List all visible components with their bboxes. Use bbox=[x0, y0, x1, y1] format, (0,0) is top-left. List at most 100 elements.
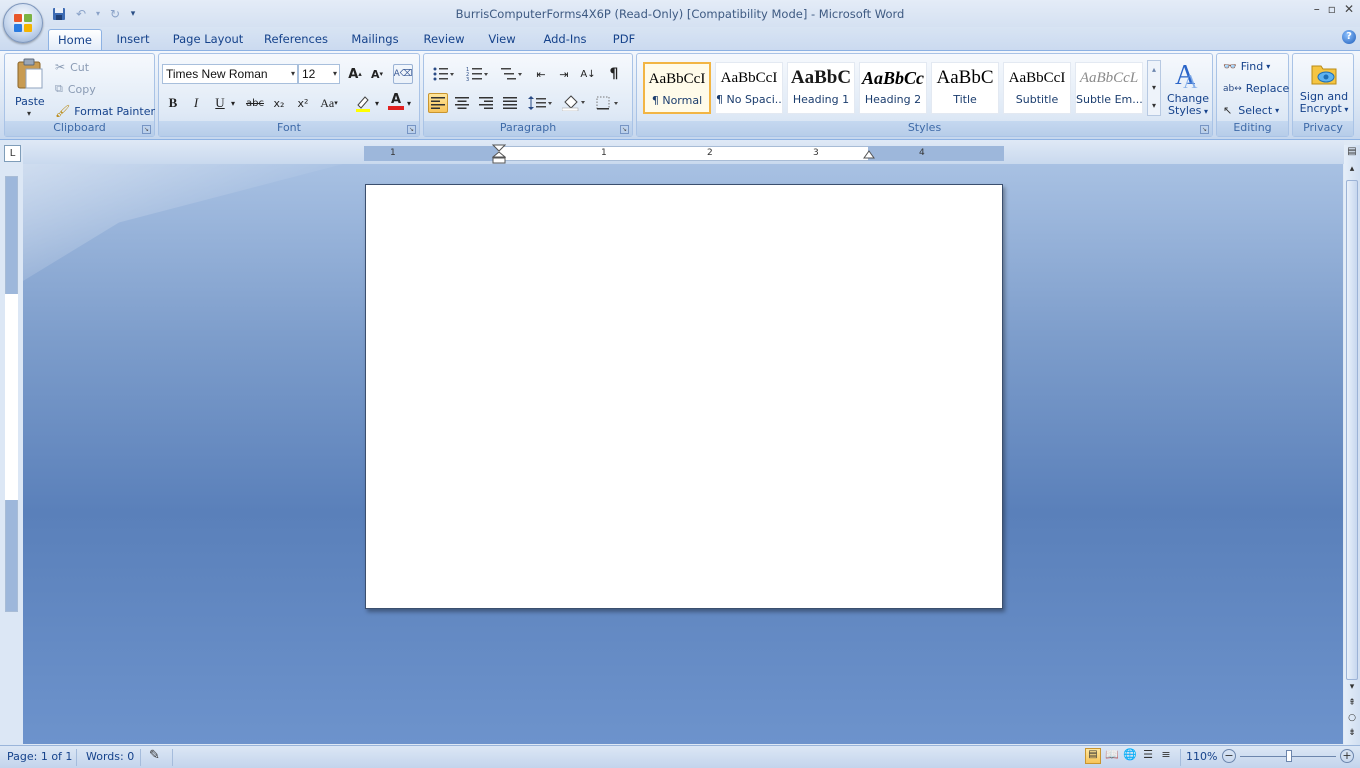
change-styles-label-2: Styles ▾ bbox=[1168, 104, 1208, 117]
styles-launcher-icon[interactable]: ↘ bbox=[1200, 125, 1209, 134]
multilevel-list-button[interactable] bbox=[496, 64, 526, 84]
draft-icon[interactable]: ≡ bbox=[1158, 748, 1174, 761]
justify-button[interactable] bbox=[500, 93, 520, 113]
shrink-font-button[interactable]: A ▾ bbox=[367, 64, 387, 84]
document-page[interactable] bbox=[365, 184, 1003, 609]
bullets-button[interactable] bbox=[428, 64, 458, 84]
status-divider bbox=[76, 749, 77, 766]
office-button[interactable] bbox=[3, 3, 43, 43]
ruler-right-margin bbox=[868, 146, 1004, 161]
tab-references[interactable]: References bbox=[260, 29, 332, 50]
tab-mailings[interactable]: Mailings bbox=[345, 29, 405, 50]
show-hide-button[interactable]: ¶ bbox=[604, 64, 624, 84]
scroll-down-icon[interactable]: ▾ bbox=[1148, 79, 1160, 97]
ruler-number: 1 bbox=[601, 148, 607, 158]
numbering-button[interactable]: 123 bbox=[462, 64, 492, 84]
close-button[interactable]: ✕ bbox=[1344, 2, 1354, 16]
font-family-combo[interactable]: Times New Roman ▾ bbox=[162, 64, 298, 84]
style-no-spacing[interactable]: AaBbCcI ¶ No Spaci... bbox=[715, 62, 783, 114]
tab-review[interactable]: Review bbox=[418, 29, 470, 50]
right-indent-marker-icon[interactable] bbox=[863, 150, 875, 160]
tab-insert[interactable]: Insert bbox=[110, 29, 156, 50]
zoom-in-icon[interactable]: + bbox=[1340, 749, 1354, 763]
tab-selector-button[interactable]: L bbox=[4, 145, 21, 162]
gallery-more-icon[interactable]: ▾ bbox=[1148, 97, 1160, 115]
clipboard-group: Paste ▾ ✂ Cut ⧉ Copy 🖌 Format Painter Clipb… bbox=[4, 53, 155, 137]
scroll-down-arrow-icon[interactable]: ▾ bbox=[1345, 682, 1359, 696]
underline-dropdown-icon[interactable]: ▾ bbox=[228, 93, 238, 113]
print-layout-icon[interactable]: ▤ bbox=[1085, 748, 1101, 764]
next-page-icon[interactable]: ⇟ bbox=[1345, 728, 1359, 742]
shrink-font-icon: A bbox=[370, 67, 380, 81]
paste-button[interactable]: Paste ▾ bbox=[13, 58, 47, 120]
font-launcher-icon[interactable]: ↘ bbox=[407, 125, 416, 134]
copy-button[interactable]: ⧉ Copy bbox=[55, 82, 96, 96]
zoom-level[interactable]: 110% bbox=[1186, 750, 1217, 763]
align-center-icon bbox=[455, 97, 469, 109]
style-heading-2[interactable]: AaBbCc Heading 2 bbox=[859, 62, 927, 114]
align-center-button[interactable] bbox=[452, 93, 472, 113]
word-count[interactable]: Words: 0 bbox=[86, 750, 134, 763]
tab-home[interactable]: Home bbox=[48, 29, 102, 50]
scroll-up-icon[interactable]: ▴ bbox=[1148, 61, 1160, 79]
view-ruler-icon[interactable]: ▤ bbox=[1345, 146, 1359, 162]
sign-and-encrypt-button[interactable]: Sign and Encrypt ▾ bbox=[1295, 58, 1353, 122]
proofing-icon[interactable]: ✎ bbox=[149, 748, 160, 763]
scroll-up-arrow-icon[interactable]: ▴ bbox=[1345, 164, 1359, 178]
font-color-button[interactable]: A bbox=[385, 91, 407, 111]
highlighter-icon bbox=[356, 96, 370, 112]
superscript-button[interactable]: x² bbox=[293, 93, 313, 113]
subscript-button[interactable]: x₂ bbox=[269, 93, 289, 113]
ruler-number: 1 bbox=[390, 148, 396, 158]
change-styles-button[interactable]: AA Change Styles ▾ bbox=[1165, 58, 1211, 122]
highlight-dropdown-icon[interactable]: ▾ bbox=[373, 93, 381, 113]
italic-button[interactable]: I bbox=[186, 93, 206, 113]
full-screen-reading-icon[interactable]: 📖 bbox=[1104, 748, 1120, 761]
tab-view[interactable]: View bbox=[482, 29, 522, 50]
restore-button[interactable]: ▫ bbox=[1328, 2, 1336, 16]
style-subtitle[interactable]: AaBbCcI Subtitle bbox=[1003, 62, 1071, 114]
style-title[interactable]: AaBbC Title bbox=[931, 62, 999, 114]
indent-marker-icon[interactable] bbox=[492, 144, 506, 164]
align-left-button[interactable] bbox=[428, 93, 448, 113]
cut-button[interactable]: ✂ Cut bbox=[55, 60, 89, 74]
style-subtle-emphasis[interactable]: AaBbCcL Subtle Em... bbox=[1075, 62, 1143, 114]
increase-indent-icon[interactable]: ⇥ bbox=[554, 64, 574, 84]
bold-button[interactable]: B bbox=[163, 93, 183, 113]
style-heading-1[interactable]: AaBbC Heading 1 bbox=[787, 62, 855, 114]
decrease-indent-icon[interactable]: ⇤ bbox=[531, 64, 551, 84]
line-spacing-button[interactable] bbox=[526, 93, 554, 113]
find-button[interactable]: 👓 Find ▾ bbox=[1223, 60, 1270, 73]
page-count[interactable]: Page: 1 of 1 bbox=[7, 750, 72, 763]
grow-font-button[interactable]: A ▴ bbox=[345, 64, 365, 84]
web-layout-icon[interactable]: 🌐 bbox=[1122, 748, 1138, 761]
change-case-button[interactable]: Aa ▾ bbox=[317, 93, 341, 113]
highlight-button[interactable] bbox=[351, 93, 375, 113]
clipboard-launcher-icon[interactable]: ↘ bbox=[142, 125, 151, 134]
outline-icon[interactable]: ☰ bbox=[1140, 748, 1156, 761]
style-normal[interactable]: AaBbCcI ¶ Normal bbox=[643, 62, 711, 114]
tab-page-layout[interactable]: Page Layout bbox=[168, 29, 248, 50]
zoom-out-icon[interactable]: − bbox=[1222, 749, 1236, 763]
select-button[interactable]: ↖ Select ▾ bbox=[1223, 104, 1279, 117]
scrollbar-thumb[interactable] bbox=[1346, 180, 1358, 680]
sort-icon[interactable]: A↓ bbox=[578, 64, 598, 84]
font-color-dropdown-icon[interactable]: ▾ bbox=[405, 93, 413, 113]
font-size-combo[interactable]: 12 ▾ bbox=[298, 64, 340, 84]
replace-button[interactable]: ab↔ Replace bbox=[1223, 82, 1289, 95]
underline-button[interactable]: U bbox=[210, 93, 230, 113]
shading-button[interactable] bbox=[560, 93, 588, 113]
previous-page-icon[interactable]: ⇞ bbox=[1345, 698, 1359, 712]
zoom-slider-thumb[interactable] bbox=[1286, 750, 1292, 762]
strikethrough-button[interactable]: abc bbox=[245, 93, 265, 113]
help-icon[interactable]: ? bbox=[1342, 30, 1356, 44]
align-right-button[interactable] bbox=[476, 93, 496, 113]
select-browse-object-icon[interactable]: ○ bbox=[1345, 713, 1359, 727]
paragraph-launcher-icon[interactable]: ↘ bbox=[620, 125, 629, 134]
format-painter-button[interactable]: 🖌 Format Painter bbox=[55, 104, 155, 118]
tab-add-ins[interactable]: Add-Ins bbox=[536, 29, 594, 50]
clear-formatting-icon[interactable]: A⌫ bbox=[393, 64, 413, 84]
minimize-button[interactable]: – bbox=[1314, 2, 1320, 16]
borders-button[interactable] bbox=[594, 93, 622, 113]
tab-pdf[interactable]: PDF bbox=[606, 29, 642, 50]
